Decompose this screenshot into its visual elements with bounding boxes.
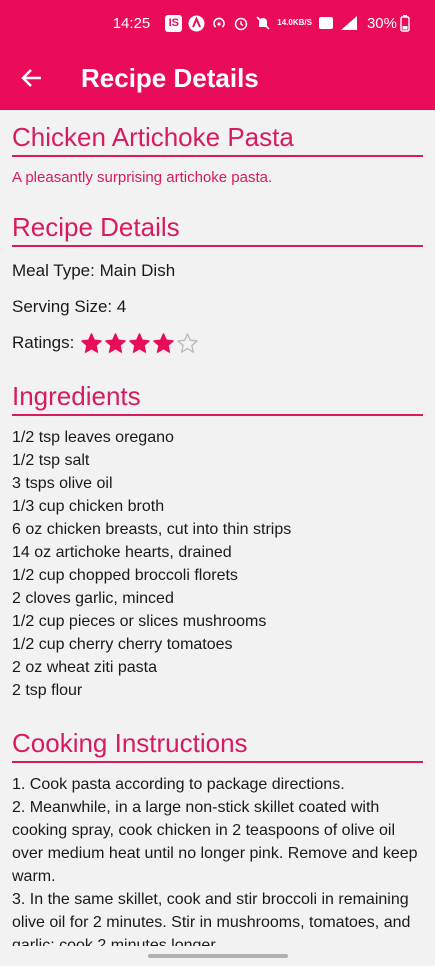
star-filled-icon <box>129 332 151 353</box>
page-title: Recipe Details <box>81 62 259 93</box>
ingredient-item: 6 oz chicken breasts, cut into thin stri… <box>12 521 292 538</box>
mute-notification-icon <box>255 15 271 31</box>
instructions-heading: Cooking Instructions <box>12 728 423 763</box>
nav-arrow-icon <box>188 15 205 32</box>
recipe-scroll-view[interactable]: Chicken Artichoke Pasta A pleasantly sur… <box>0 110 435 946</box>
ratings-label: Ratings: <box>12 333 75 352</box>
ingredients-heading: Ingredients <box>12 381 423 416</box>
ingredient-item: 2 tsp flour <box>12 682 83 699</box>
ingredient-item: 1/3 cup chicken broth <box>12 498 165 515</box>
ingredient-item: 3 tsps olive oil <box>12 475 113 492</box>
ingredient-item: 1/2 cup pieces or slices mushrooms <box>12 613 267 630</box>
back-button[interactable] <box>0 46 64 110</box>
star-empty-icon <box>177 332 199 353</box>
instructions-list: 1. Cook pasta according to package direc… <box>12 773 423 946</box>
ingredient-item: 1/2 cup chopped broccoli florets <box>12 567 238 584</box>
ratings-row: Ratings: <box>12 331 423 355</box>
star-filled-icon <box>81 332 103 353</box>
details-heading: Recipe Details <box>12 212 423 247</box>
alarm-icon <box>233 15 249 31</box>
ingredient-item: 1/2 tsp leaves oregano <box>12 429 174 446</box>
home-indicator[interactable] <box>148 954 288 958</box>
status-bar: 14:25 IS 14.0 KB/S 30% <box>0 0 435 46</box>
network-speed: 14.0 KB/S <box>277 18 312 27</box>
ingredients-list: 1/2 tsp leaves oregano 1/2 tsp salt 3 tsps… <box>12 426 423 702</box>
arrow-back-icon <box>21 69 41 87</box>
app-bar: Recipe Details <box>0 46 435 110</box>
ingredient-item: 14 oz artichoke hearts, drained <box>12 544 232 561</box>
volte-icon <box>318 15 334 31</box>
app-notification-icon: IS <box>165 14 183 32</box>
ingredient-item: 1/2 tsp salt <box>12 452 90 469</box>
instruction-step: 1. Cook pasta according to package direc… <box>12 776 345 793</box>
ingredient-item: 1/2 cup cherry cherry tomatoes <box>12 636 233 653</box>
star-filled-icon <box>153 332 175 353</box>
star-filled-icon <box>105 332 127 353</box>
battery-percent: 30% <box>366 14 397 32</box>
rating-stars <box>80 332 200 355</box>
status-time: 14:25 <box>112 14 151 32</box>
ingredient-item: 2 cloves garlic, minced <box>12 590 174 607</box>
instruction-step: 3. In the same skillet, cook and stir br… <box>12 891 411 946</box>
navigation-bar <box>0 946 435 966</box>
hotspot-icon <box>211 15 227 31</box>
recipe-name: Chicken Artichoke Pasta <box>12 122 423 157</box>
battery-icon <box>400 14 410 32</box>
recipe-description: A pleasantly surprising artichoke pasta. <box>12 169 273 186</box>
ingredient-item: 2 oz wheat ziti pasta <box>12 659 157 676</box>
signal-icon <box>340 15 358 31</box>
serving-size: Serving Size: 4 <box>12 297 127 316</box>
instruction-step: 2. Meanwhile, in a large non-stick skill… <box>12 799 418 885</box>
meal-type: Meal Type: Main Dish <box>12 261 176 280</box>
